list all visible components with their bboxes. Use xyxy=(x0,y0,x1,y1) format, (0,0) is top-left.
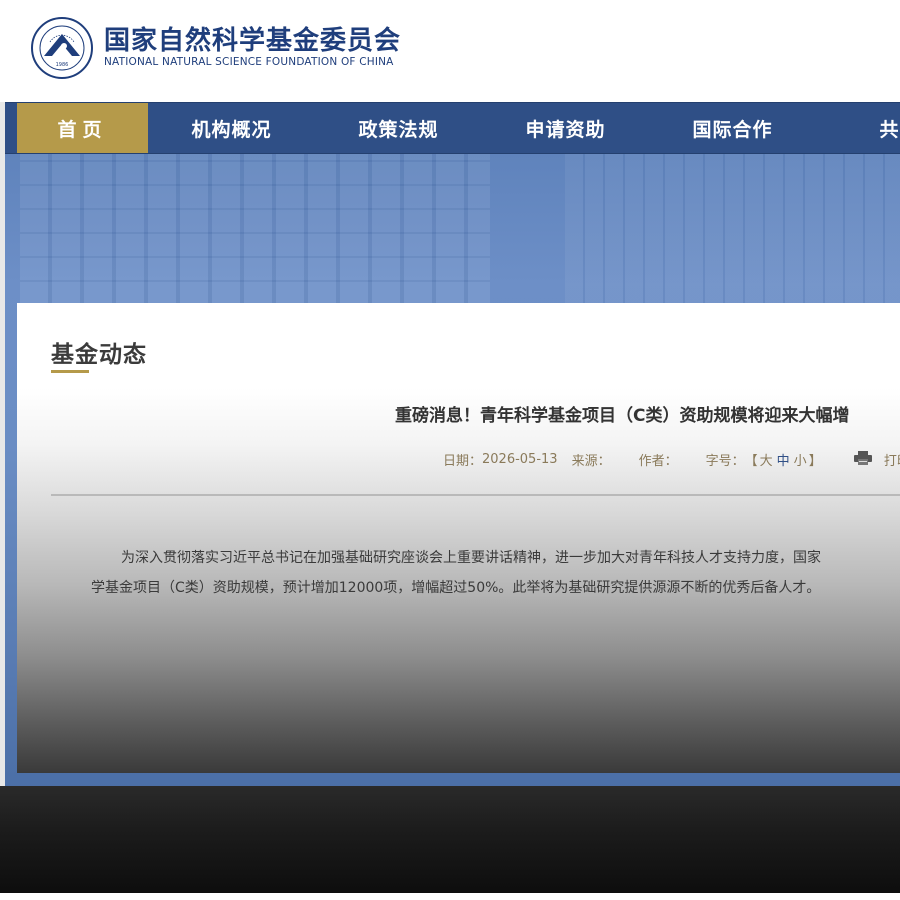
hero-building-image-right xyxy=(565,154,900,304)
print-label[interactable]: 打印 xyxy=(884,450,900,469)
nav-item-share[interactable]: 共享 xyxy=(816,103,900,153)
author-label: 作者： xyxy=(638,454,678,469)
date-label: 日期： xyxy=(443,454,483,469)
article-paragraph-line: 为深入贯彻落实习近平总书记在加强基础研究座谈会上重要讲话精神，进一步加大对青年科… xyxy=(121,550,821,566)
content-card: 基金动态 重磅消息！青年科学基金项目（C类）资助规模将迎来大幅增 日期： 202… xyxy=(17,303,900,773)
article-title: 重磅消息！青年科学基金项目（C类）资助规模将迎来大幅增 xyxy=(395,406,850,426)
fontsize-label: 字号： xyxy=(705,454,745,469)
main-nav: 首页 机构概况 政策法规 申请资助 国际合作 共享 xyxy=(5,102,900,154)
fontsize-small-button[interactable]: 小 xyxy=(792,450,809,469)
fontsize-large-button[interactable]: 大 xyxy=(758,450,775,469)
nav-item-international[interactable]: 国际合作 xyxy=(649,103,816,153)
printer-icon[interactable] xyxy=(853,451,872,465)
source-label: 来源： xyxy=(571,454,611,469)
nav-item-home[interactable]: 首页 xyxy=(17,103,148,153)
nav-item-apply[interactable]: 申请资助 xyxy=(482,103,649,153)
section-title-underline xyxy=(51,370,89,373)
section-title: 基金动态 xyxy=(51,342,147,368)
footer-dark-area xyxy=(0,786,900,894)
nsfc-emblem-logo[interactable]: 1986 xyxy=(30,16,94,80)
site-header: 1986 国家自然科学基金委员会 NATIONAL NATURAL SCIENC… xyxy=(0,0,900,102)
fontsize-bracket-close: 】 xyxy=(808,454,822,469)
bottom-edge xyxy=(0,893,900,900)
article-paragraph-line: 学基金项目（C类）资助规模，预计增加12000项，增幅超过50%。此举将为基础研… xyxy=(91,580,821,596)
emblem-year: 1986 xyxy=(56,62,69,68)
print-button[interactable]: 打印 xyxy=(853,450,900,469)
org-name-cn[interactable]: 国家自然科学基金委员会 xyxy=(104,20,401,57)
nav-item-about[interactable]: 机构概况 xyxy=(148,103,315,153)
fontsize-bracket-open: 【 xyxy=(744,454,758,469)
article-meta: 日期： 2026-05-13 来源： 作者： 字号： 【 大 中 小 】 打印 xyxy=(443,450,900,469)
org-name-en[interactable]: NATIONAL NATURAL SCIENCE FOUNDATION OF C… xyxy=(104,56,394,68)
hero-building-image xyxy=(20,154,490,304)
fontsize-medium-button[interactable]: 中 xyxy=(775,450,792,469)
date-value: 2026-05-13 xyxy=(482,452,558,467)
nav-item-policy[interactable]: 政策法规 xyxy=(315,103,482,153)
article-body: 为深入贯彻落实习近平总书记在加强基础研究座谈会上重要讲话精神，进一步加大对青年科… xyxy=(91,543,900,603)
meta-divider xyxy=(51,494,900,496)
